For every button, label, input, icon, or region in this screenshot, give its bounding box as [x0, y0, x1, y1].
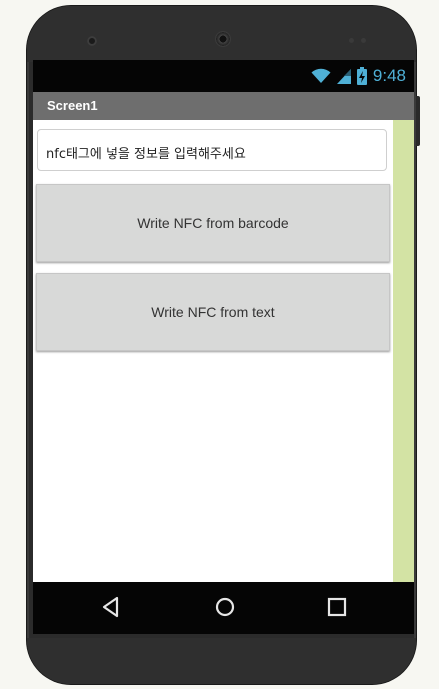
front-camera-icon — [87, 36, 97, 46]
light-sensor-icon — [361, 38, 366, 43]
volume-button — [416, 96, 420, 146]
screen-title: Screen1 — [47, 98, 98, 113]
battery-charging-icon — [356, 67, 367, 85]
home-icon[interactable] — [214, 596, 236, 618]
screen-content: nfc태그에 넣을 정보를 입력해주세요 Write NFC from barc… — [33, 120, 414, 582]
write-nfc-from-barcode-label: Write NFC from barcode — [137, 215, 289, 231]
recents-icon[interactable] — [327, 596, 347, 618]
write-nfc-from-text-label: Write NFC from text — [151, 304, 275, 320]
navigation-bar — [33, 582, 414, 634]
back-icon[interactable] — [101, 596, 121, 618]
wifi-icon — [311, 68, 331, 83]
right-side-strip — [393, 120, 414, 582]
proximity-sensor-icon — [349, 38, 354, 43]
write-nfc-from-text-button[interactable]: Write NFC from text — [36, 273, 390, 351]
title-bar: Screen1 — [33, 92, 414, 120]
write-nfc-from-barcode-button[interactable]: Write NFC from barcode — [36, 184, 390, 262]
status-time: 9:48 — [372, 66, 406, 85]
signal-icon — [336, 69, 351, 84]
phone-bottom-bezel — [27, 638, 416, 684]
status-bar: 9:48 — [33, 60, 414, 92]
earpiece-speaker-icon — [215, 31, 231, 47]
phone-top-bezel — [27, 6, 416, 62]
nfc-text-input[interactable]: nfc태그에 넣을 정보를 입력해주세요 — [37, 129, 387, 171]
